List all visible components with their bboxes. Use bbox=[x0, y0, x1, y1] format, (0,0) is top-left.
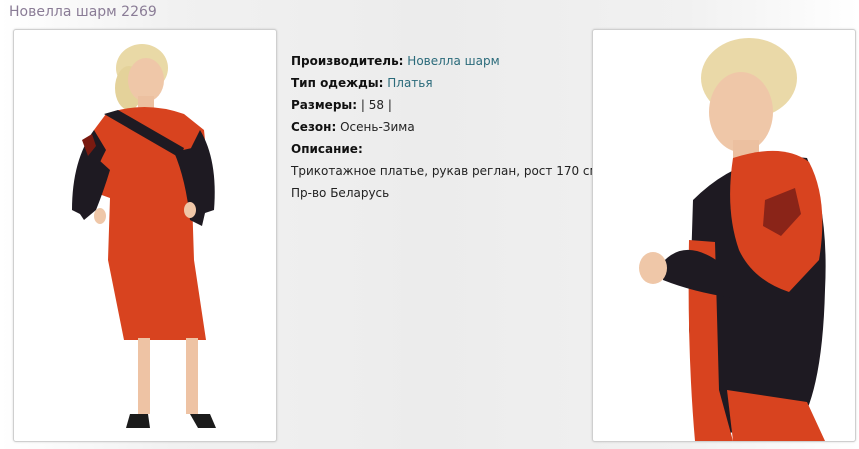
season-row: Сезон: Осень-Зима bbox=[291, 116, 591, 138]
season-value: Осень-Зима bbox=[340, 120, 415, 134]
manufacturer-row: Производитель: Новелла шарм bbox=[291, 50, 591, 72]
clothing-type-link[interactable]: Платья bbox=[387, 76, 432, 90]
product-details: Производитель: Новелла шарм Тип одежды: … bbox=[291, 50, 599, 204]
manufacturer-link[interactable]: Новелла шарм bbox=[407, 54, 499, 68]
description-line-2: Пр-во Беларусь bbox=[291, 186, 390, 200]
season-label: Сезон: bbox=[291, 120, 337, 134]
description-heading-row: Описание: bbox=[291, 138, 591, 160]
dress-front-photo bbox=[72, 44, 216, 428]
description-label: Описание: bbox=[291, 142, 363, 156]
product-photo-front[interactable] bbox=[13, 29, 277, 442]
product-title: Новелла шарм 2269 bbox=[9, 4, 157, 20]
sizes-row: Размеры: | 58 | bbox=[291, 94, 591, 116]
clothing-type-label: Тип одежды: bbox=[291, 76, 384, 90]
sizes-label: Размеры: bbox=[291, 98, 358, 112]
product-photo-side[interactable] bbox=[592, 29, 856, 442]
description-line-1: Трикотажное платье, рукав реглан, рост 1… bbox=[291, 164, 599, 178]
manufacturer-label: Производитель: bbox=[291, 54, 404, 68]
dress-side-photo bbox=[639, 38, 826, 441]
sizes-value: | 58 | bbox=[360, 98, 392, 112]
clothing-type-row: Тип одежды: Платья bbox=[291, 72, 591, 94]
